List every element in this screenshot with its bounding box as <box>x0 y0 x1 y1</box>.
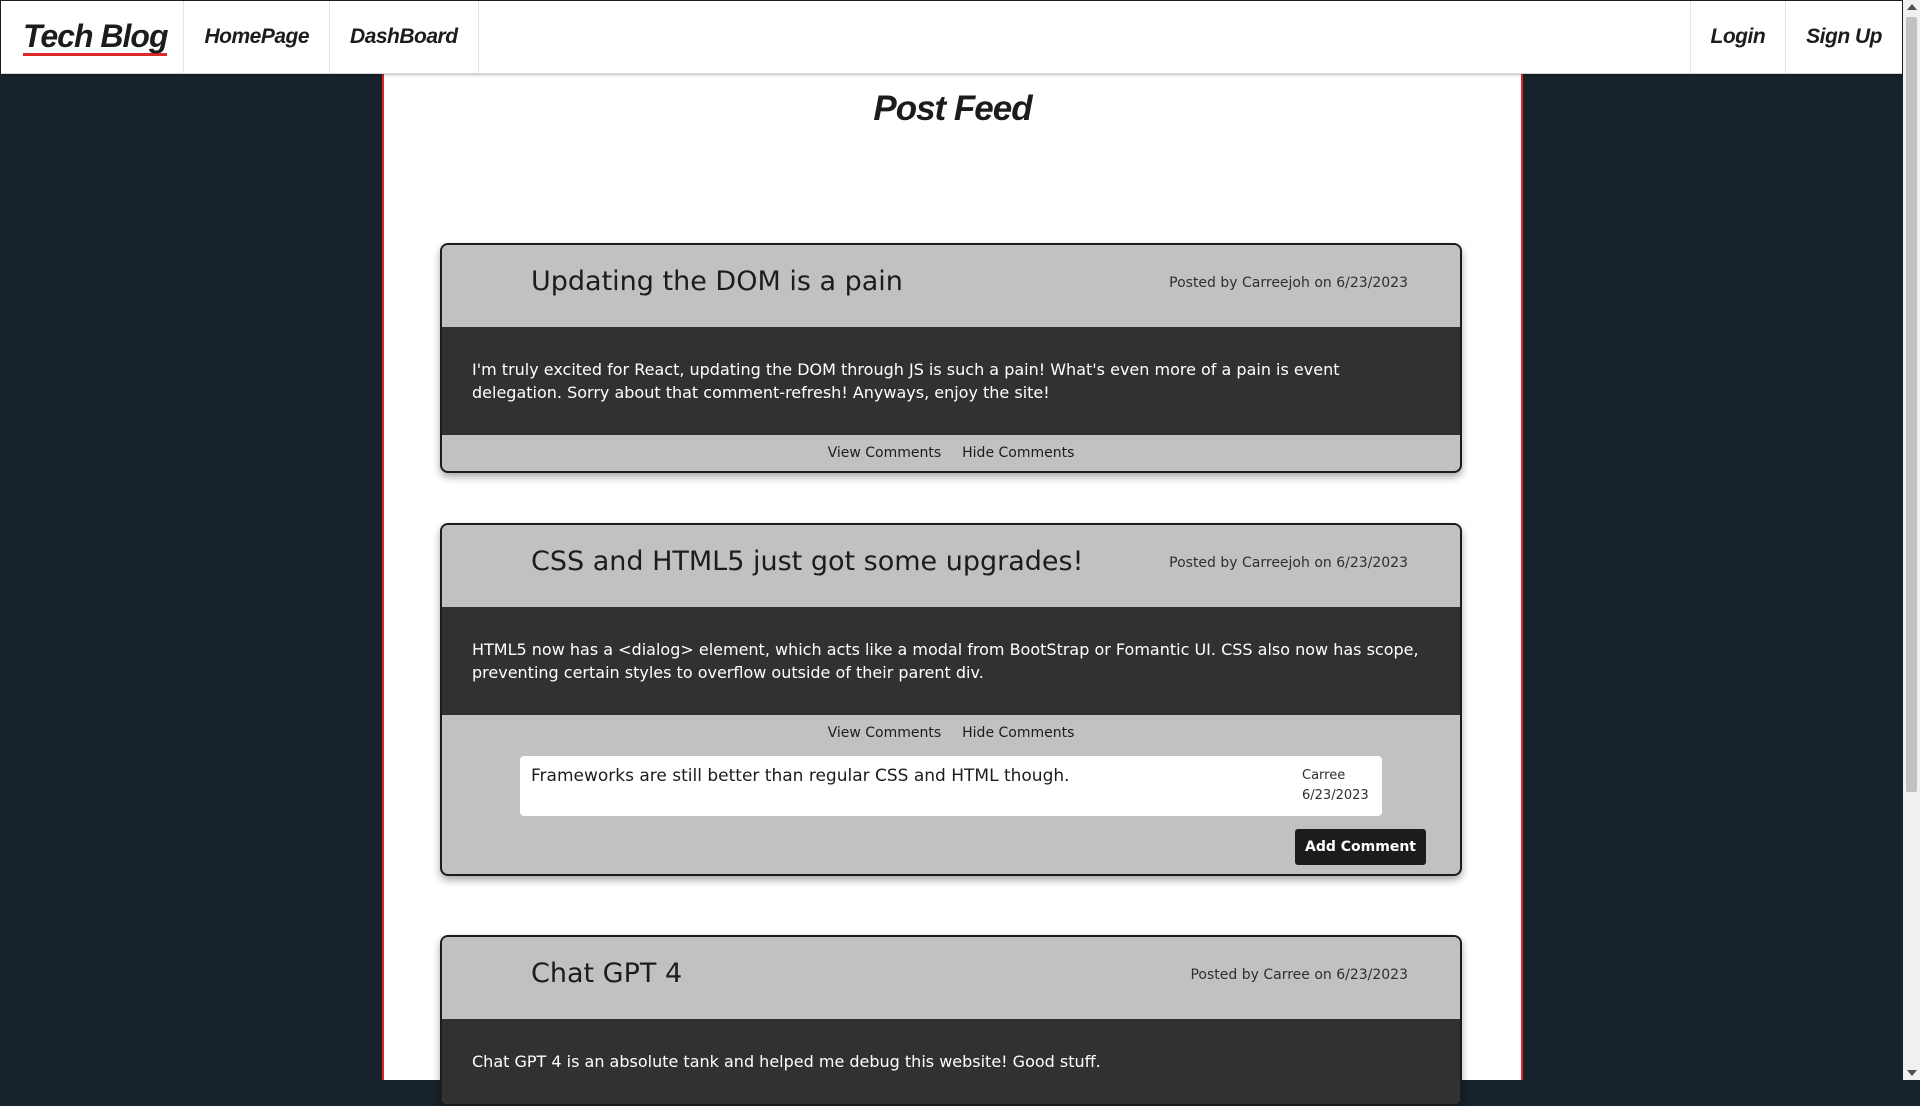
nav-dashboard-link[interactable]: DashBoard <box>330 1 479 73</box>
post-title: Updating the DOM is a pain <box>531 266 903 297</box>
nav-signup-link[interactable]: Sign Up <box>1785 1 1902 73</box>
post-header: Updating the DOM is a pain Posted by Car… <box>442 245 1460 327</box>
nav-login-link[interactable]: Login <box>1689 1 1786 73</box>
post-actions: View Comments Hide Comments <box>442 715 1460 751</box>
scroll-down-arrow-icon[interactable] <box>1907 1070 1917 1076</box>
page-scrollbar[interactable] <box>1903 0 1920 1080</box>
main-content: Post Feed Updating the DOM is a pain Pos… <box>382 73 1523 1106</box>
page-title: Post Feed <box>873 89 1032 128</box>
post-title: Chat GPT 4 <box>531 958 683 989</box>
post-meta: Posted by Carreejoh on 6/23/2023 <box>1169 555 1408 571</box>
view-comments-link[interactable]: View Comments <box>828 725 942 741</box>
post-meta: Posted by Carreejoh on 6/23/2023 <box>1169 275 1408 291</box>
post-meta: Posted by Carree on 6/23/2023 <box>1190 967 1408 983</box>
view-comments-link[interactable]: View Comments <box>828 445 942 461</box>
post-card: Chat GPT 4 Posted by Carree on 6/23/2023… <box>440 935 1462 1106</box>
comment-author: Carree <box>1302 768 1346 783</box>
comment-item: Frameworks are still better than regular… <box>520 756 1382 816</box>
post-card: Updating the DOM is a pain Posted by Car… <box>440 243 1462 473</box>
hide-comments-link[interactable]: Hide Comments <box>962 445 1074 461</box>
brand-logo[interactable]: Tech Blog <box>1 1 185 73</box>
comment-text: Frameworks are still better than regular… <box>531 766 1070 786</box>
add-comment-button[interactable]: Add Comment <box>1295 829 1426 865</box>
post-header: Chat GPT 4 Posted by Carree on 6/23/2023 <box>442 937 1460 1019</box>
comment-byline: Carree 6/23/2023 <box>1302 766 1369 806</box>
scroll-thumb[interactable] <box>1906 17 1917 792</box>
nav-homepage-link[interactable]: HomePage <box>184 1 331 73</box>
post-title: CSS and HTML5 just got some upgrades! <box>531 546 1084 577</box>
post-body: Chat GPT 4 is an absolute tank and helpe… <box>442 1019 1460 1104</box>
post-actions: View Comments Hide Comments <box>442 435 1460 471</box>
top-navbar: Tech Blog HomePage DashBoard Login Sign … <box>1 1 1902 74</box>
scroll-up-arrow-icon[interactable] <box>1907 4 1917 10</box>
comment-date: 6/23/2023 <box>1302 788 1369 803</box>
post-header: CSS and HTML5 just got some upgrades! Po… <box>442 525 1460 607</box>
post-card: CSS and HTML5 just got some upgrades! Po… <box>440 523 1462 876</box>
brand-text: Tech Blog <box>23 17 168 56</box>
hide-comments-link[interactable]: Hide Comments <box>962 725 1074 741</box>
post-body: I'm truly excited for React, updating th… <box>442 327 1460 435</box>
post-body: HTML5 now has a <dialog> element, which … <box>442 607 1460 715</box>
add-comment-row: Add Comment <box>442 816 1460 874</box>
